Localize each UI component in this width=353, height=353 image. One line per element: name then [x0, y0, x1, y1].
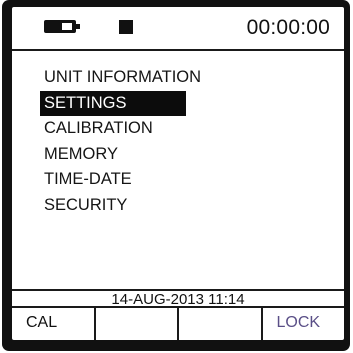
- softkey-bar: CAL LOCK: [12, 306, 344, 340]
- menu-item-security[interactable]: SECURITY: [40, 193, 230, 219]
- menu-item-memory[interactable]: MEMORY: [40, 142, 230, 168]
- softkey-cal-label: CAL: [26, 314, 58, 331]
- status-bar: 00:00:00: [12, 7, 344, 51]
- menu-item-unit-information[interactable]: UNIT INFORMATION: [40, 65, 230, 91]
- softkey-3[interactable]: [179, 308, 263, 340]
- menu-item-settings[interactable]: SETTINGS: [40, 90, 186, 117]
- softkey-lock[interactable]: LOCK: [263, 308, 345, 340]
- softkey-2[interactable]: [96, 308, 179, 340]
- device-bezel: 00:00:00 UNIT INFORMATION SETTINGS CALIB…: [2, 0, 350, 351]
- battery-icon: [44, 20, 80, 33]
- square-indicator-icon: [119, 20, 133, 34]
- lcd-screen: 00:00:00 UNIT INFORMATION SETTINGS CALIB…: [12, 7, 344, 340]
- elapsed-time: 00:00:00: [246, 16, 330, 39]
- menu-item-calibration[interactable]: CALIBRATION: [40, 116, 230, 142]
- softkey-cal[interactable]: CAL: [12, 308, 96, 340]
- menu-item-time-date[interactable]: TIME-DATE: [40, 167, 230, 193]
- main-menu: UNIT INFORMATION SETTINGS CALIBRATION ME…: [40, 65, 230, 219]
- softkey-lock-label: LOCK: [276, 314, 321, 331]
